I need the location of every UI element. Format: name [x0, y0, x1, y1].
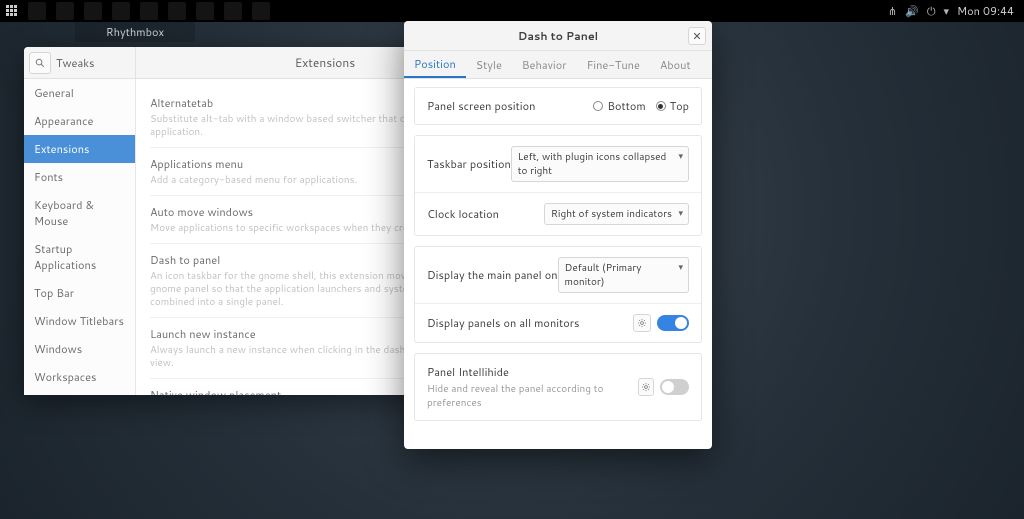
sidebar-item-windows[interactable]: Windows — [24, 335, 135, 363]
sidebar-item-top-bar[interactable]: Top Bar — [24, 279, 135, 307]
close-icon: ✕ — [692, 28, 701, 44]
app-icon-7[interactable] — [196, 2, 214, 20]
radio-bottom-label: Bottom — [607, 98, 645, 114]
display-all-monitors-label: Display panels on all monitors — [427, 315, 580, 331]
intellihide-settings[interactable] — [638, 378, 654, 396]
app-icon-4[interactable] — [112, 2, 130, 20]
running-app-tab[interactable]: Rhythmbox — [75, 22, 195, 42]
sidebar-item-startup-applications[interactable]: Startup Applications — [24, 235, 135, 279]
clock-label: Mon 09:44 — [957, 3, 1014, 19]
display-main-panel-combo[interactable]: Default (Primary monitor) — [558, 257, 689, 293]
search-button[interactable] — [29, 52, 51, 74]
taskbar-position-label: Taskbar position — [427, 156, 511, 172]
clock-location-label: Clock location — [427, 206, 499, 222]
top-bar: ⋔ 🔊 ⏻ ▾ Mon 09:44 — [0, 0, 1024, 22]
intellihide-switch[interactable] — [660, 379, 689, 395]
gear-icon — [641, 382, 651, 392]
volume-icon: 🔊 — [905, 3, 919, 19]
app-icon-9[interactable] — [252, 2, 270, 20]
sidebar-item-general[interactable]: General — [24, 79, 135, 107]
display-all-monitors-settings[interactable] — [633, 314, 651, 332]
dtp-header: Dash to Panel ✕ — [404, 21, 712, 51]
tab-about[interactable]: About — [650, 51, 701, 78]
intellihide-desc: Hide and reveal the panel according to p… — [427, 382, 638, 410]
sidebar-item-workspaces[interactable]: Workspaces — [24, 363, 135, 391]
dtp-tabs: PositionStyleBehaviorFine-TuneAbout — [404, 51, 712, 79]
app-icon-8[interactable] — [224, 2, 242, 20]
tab-fine-tune[interactable]: Fine-Tune — [577, 51, 650, 78]
tab-style[interactable]: Style — [466, 51, 512, 78]
chevron-down-icon: ▾ — [944, 3, 950, 19]
sidebar-item-window-titlebars[interactable]: Window Titlebars — [24, 307, 135, 335]
sidebar-item-fonts[interactable]: Fonts — [24, 163, 135, 191]
app-icon-5[interactable] — [140, 2, 158, 20]
display-all-monitors-switch[interactable] — [657, 315, 689, 331]
intellihide-title: Panel Intellihide — [427, 364, 638, 380]
app-icon-2[interactable] — [56, 2, 74, 20]
sidebar-item-extensions[interactable]: Extensions — [24, 135, 135, 163]
clock-location-combo[interactable]: Right of system indicators — [544, 203, 689, 225]
gear-icon — [637, 318, 647, 328]
dtp-title: Dash to Panel — [404, 28, 712, 44]
app-icon-6[interactable] — [168, 2, 186, 20]
dash-to-panel-window: Dash to Panel ✕ PositionStyleBehaviorFin… — [404, 21, 712, 449]
close-button[interactable]: ✕ — [688, 27, 706, 45]
app-icon-3[interactable] — [84, 2, 102, 20]
network-icon: ⋔ — [888, 3, 897, 19]
display-main-panel-label: Display the main panel on — [427, 267, 558, 283]
power-icon: ⏻ — [927, 3, 936, 19]
tab-behavior[interactable]: Behavior — [512, 51, 577, 78]
sidebar-item-appearance[interactable]: Appearance — [24, 107, 135, 135]
tab-position[interactable]: Position — [404, 51, 466, 78]
taskbar-icons — [28, 2, 270, 20]
tweaks-sidebar: GeneralAppearanceExtensionsFontsKeyboard… — [24, 79, 136, 395]
search-icon — [35, 58, 45, 68]
panel-screen-position-label: Panel screen position — [427, 98, 535, 114]
radio-top-label: Top — [670, 98, 689, 114]
app-icon-1[interactable] — [28, 2, 46, 20]
sidebar-item-keyboard-mouse[interactable]: Keyboard & Mouse — [24, 191, 135, 235]
tweaks-title: Tweaks — [56, 47, 135, 79]
activities-icon[interactable] — [6, 5, 18, 17]
system-tray[interactable]: ⋔ 🔊 ⏻ ▾ Mon 09:44 — [888, 3, 1024, 19]
radio-bottom[interactable]: Bottom — [593, 98, 645, 114]
radio-top[interactable]: Top — [656, 98, 689, 114]
taskbar-position-combo[interactable]: Left, with plugin icons collapsed to rig… — [511, 146, 689, 182]
